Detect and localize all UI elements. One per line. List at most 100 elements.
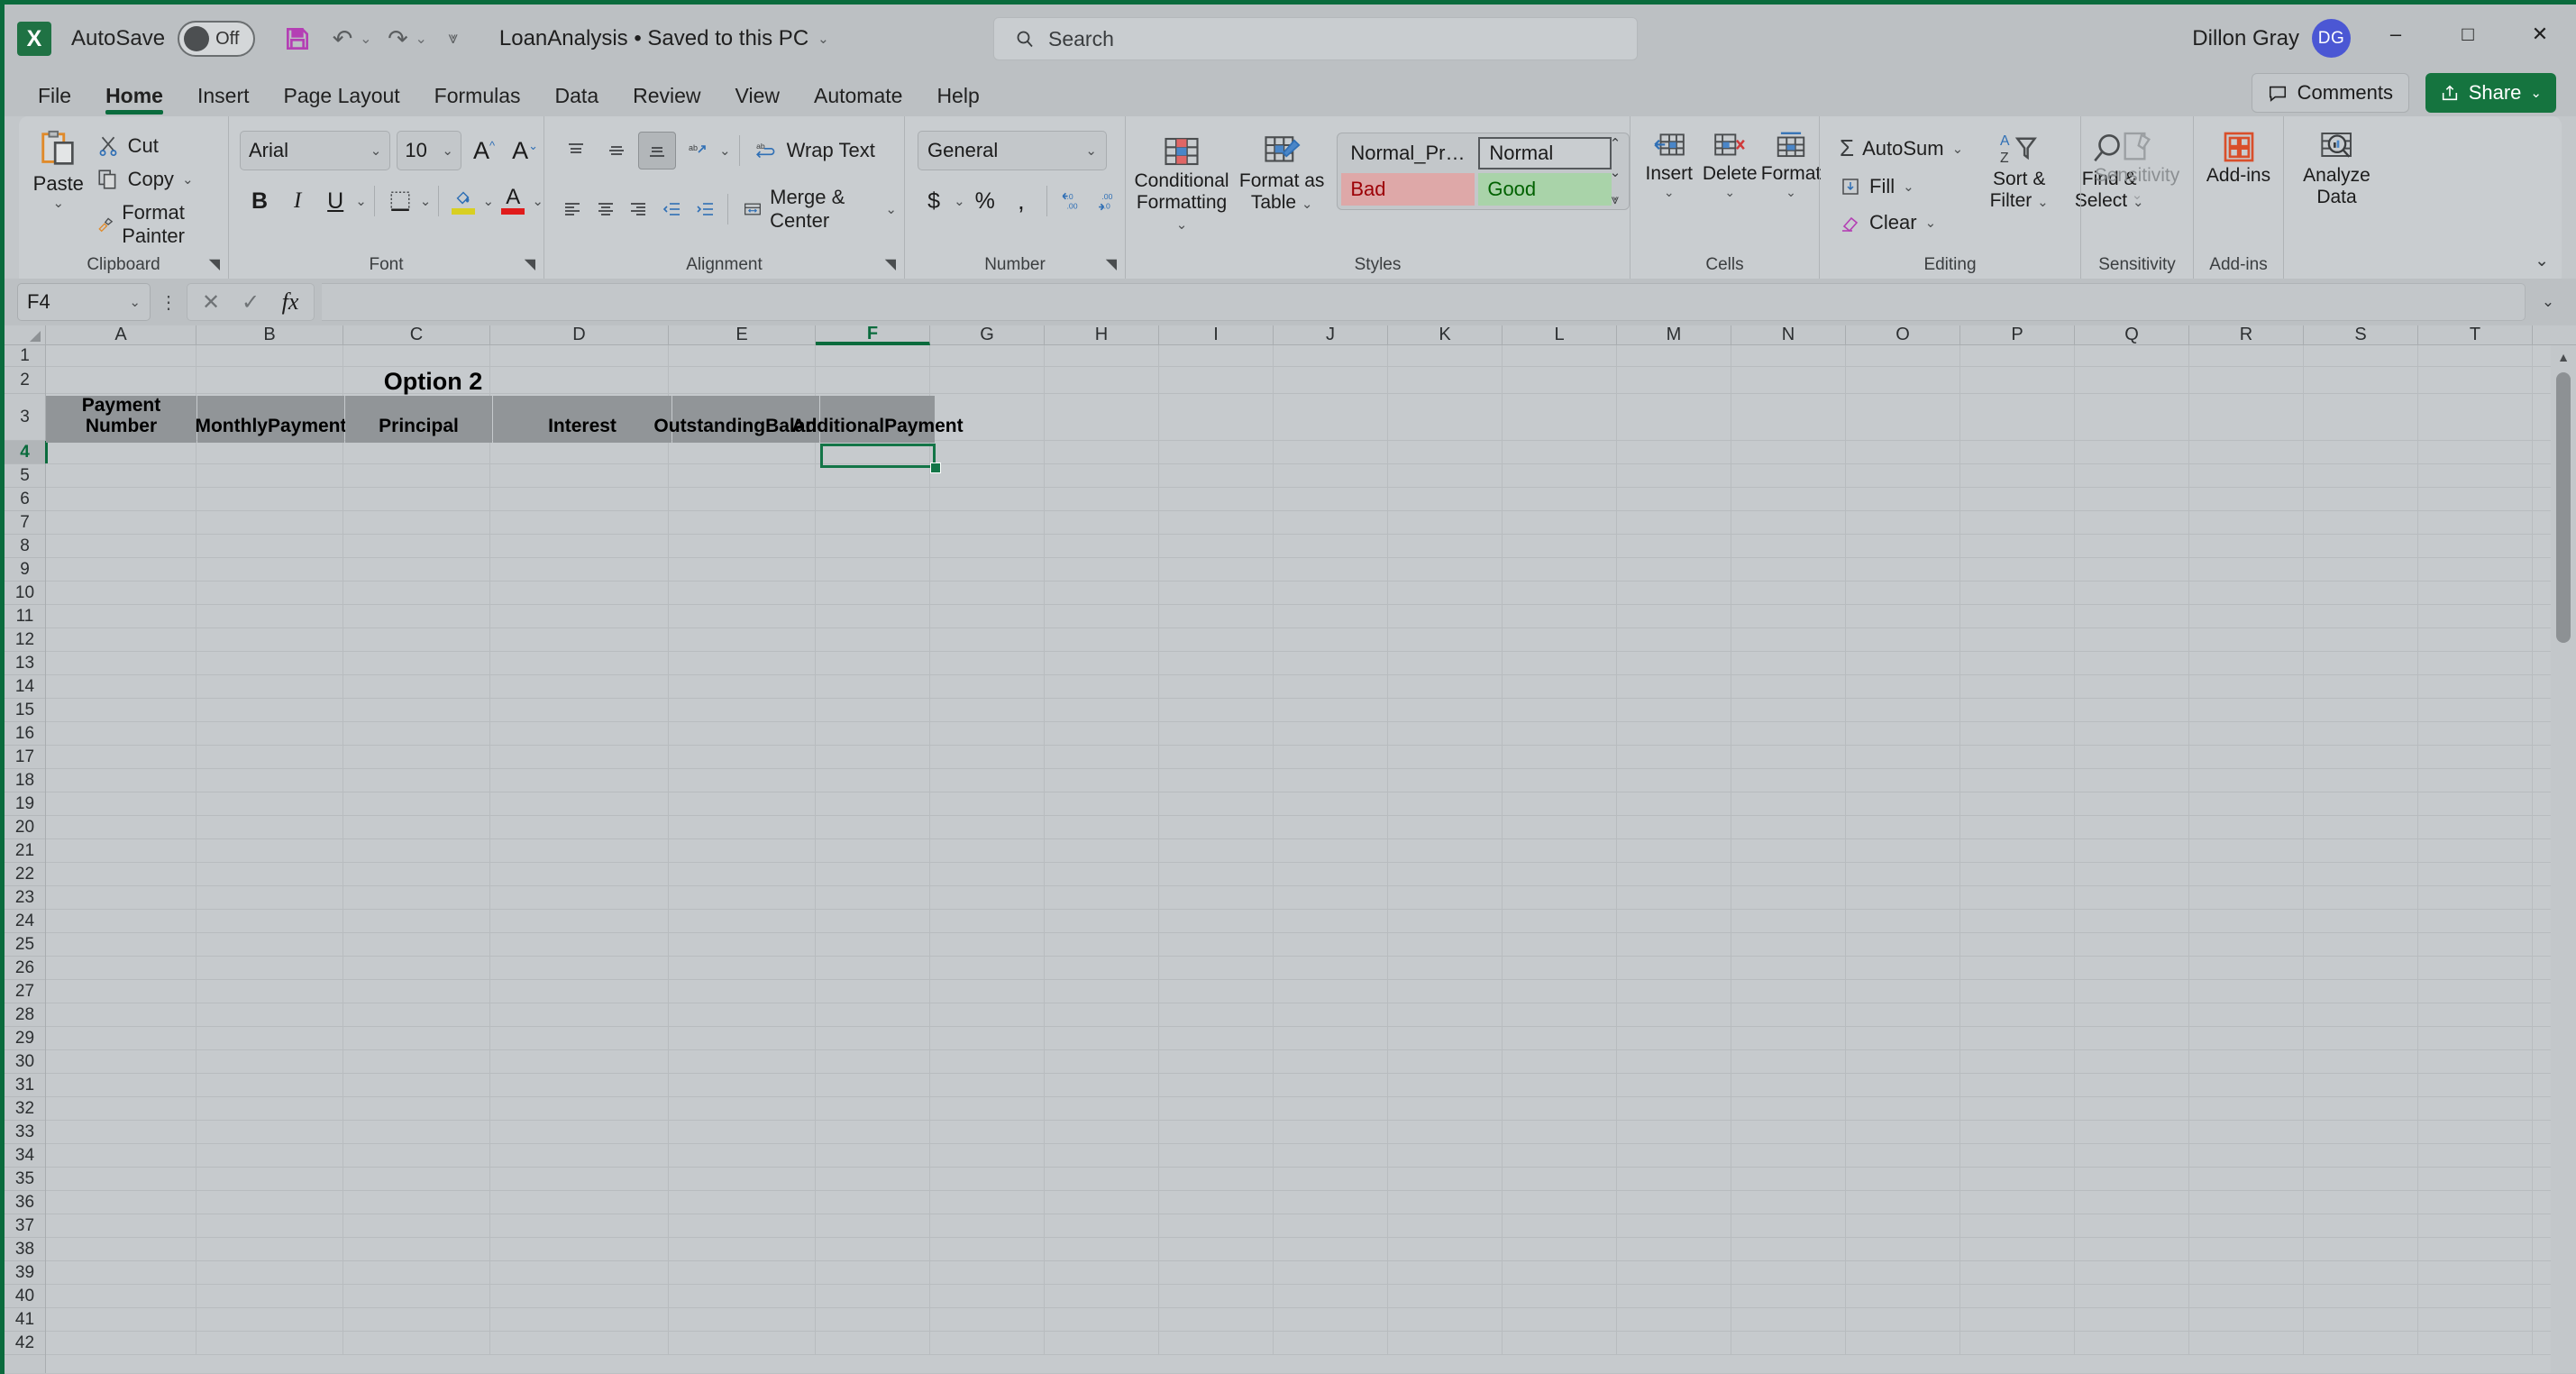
- cell-K37[interactable]: [1388, 1214, 1503, 1237]
- cell-F14[interactable]: [816, 675, 930, 698]
- cell-M21[interactable]: [1617, 839, 1731, 862]
- cell-F1[interactable]: [816, 345, 930, 366]
- cell-Q3[interactable]: [2075, 394, 2189, 440]
- cell-styles-gallery[interactable]: Normal_Pr… Normal Bad Good ⌃ ⌄ ⩔: [1337, 133, 1630, 210]
- cell-K29[interactable]: [1388, 1027, 1503, 1049]
- cell-M27[interactable]: [1617, 980, 1731, 1003]
- column-header-L[interactable]: L: [1503, 325, 1617, 344]
- cell-H20[interactable]: [1045, 816, 1159, 838]
- cell-J20[interactable]: [1274, 816, 1388, 838]
- cell-P26[interactable]: [1960, 957, 2075, 979]
- cell-M37[interactable]: [1617, 1214, 1731, 1237]
- cell-H18[interactable]: [1045, 769, 1159, 792]
- cell-H37[interactable]: [1045, 1214, 1159, 1237]
- cell-B11[interactable]: [196, 605, 343, 627]
- cell-K27[interactable]: [1388, 980, 1503, 1003]
- cell-M34[interactable]: [1617, 1144, 1731, 1167]
- cell-E33[interactable]: [669, 1121, 816, 1143]
- cell-J26[interactable]: [1274, 957, 1388, 979]
- cell-D29[interactable]: [490, 1027, 669, 1049]
- cell-P30[interactable]: [1960, 1050, 2075, 1073]
- cell-I17[interactable]: [1159, 746, 1274, 768]
- cell-I26[interactable]: [1159, 957, 1274, 979]
- cell-G1[interactable]: [930, 345, 1045, 366]
- cell-C10[interactable]: [343, 582, 490, 604]
- row-header-15[interactable]: 15: [5, 699, 45, 722]
- style-bad[interactable]: Bad: [1341, 173, 1475, 206]
- cell-J38[interactable]: [1274, 1238, 1388, 1260]
- cell-O37[interactable]: [1846, 1214, 1960, 1237]
- cell-O42[interactable]: [1846, 1332, 1960, 1354]
- cell-D4[interactable]: [490, 441, 669, 463]
- fill-handle[interactable]: [930, 463, 941, 473]
- cell-C4[interactable]: [343, 441, 490, 463]
- cell-E38[interactable]: [669, 1238, 816, 1260]
- cell-D14[interactable]: [490, 675, 669, 698]
- cell-D31[interactable]: [490, 1074, 669, 1096]
- cell-F18[interactable]: [816, 769, 930, 792]
- cell-D6[interactable]: [490, 488, 669, 510]
- active-cell-selection[interactable]: [820, 444, 936, 468]
- cell-C5[interactable]: [343, 464, 490, 487]
- row-header-9[interactable]: 9: [5, 558, 45, 582]
- cell-C41[interactable]: [343, 1308, 490, 1331]
- cell-N1[interactable]: [1731, 345, 1846, 366]
- cell-D19[interactable]: [490, 792, 669, 815]
- cell-I7[interactable]: [1159, 511, 1274, 534]
- cell-R12[interactable]: [2189, 628, 2304, 651]
- cell-E41[interactable]: [669, 1308, 816, 1331]
- autosave-toggle[interactable]: Off: [178, 21, 255, 57]
- cell-I2[interactable]: [1159, 367, 1274, 393]
- merge-center-caret-icon[interactable]: ⌄: [885, 201, 897, 217]
- cell-Q8[interactable]: [2075, 535, 2189, 557]
- cell-J7[interactable]: [1274, 511, 1388, 534]
- cell-T34[interactable]: [2418, 1144, 2533, 1167]
- column-header-J[interactable]: J: [1274, 325, 1388, 344]
- cell-Q27[interactable]: [2075, 980, 2189, 1003]
- row-header-19[interactable]: 19: [5, 792, 45, 816]
- cell-R34[interactable]: [2189, 1144, 2304, 1167]
- cell-J18[interactable]: [1274, 769, 1388, 792]
- decrease-decimal-icon[interactable]: .00.0: [1092, 181, 1125, 221]
- cell-K4[interactable]: [1388, 441, 1503, 463]
- cell-I41[interactable]: [1159, 1308, 1274, 1331]
- cell-N10[interactable]: [1731, 582, 1846, 604]
- cell-F12[interactable]: [816, 628, 930, 651]
- cell-B42[interactable]: [196, 1332, 343, 1354]
- cell-P38[interactable]: [1960, 1238, 2075, 1260]
- cell-C40[interactable]: [343, 1285, 490, 1307]
- cell-O35[interactable]: [1846, 1168, 1960, 1190]
- font-size-caret-icon[interactable]: ⌄: [442, 142, 453, 159]
- cell-D21[interactable]: [490, 839, 669, 862]
- cell-J9[interactable]: [1274, 558, 1388, 581]
- cell-O2[interactable]: [1846, 367, 1960, 393]
- cell-G21[interactable]: [930, 839, 1045, 862]
- cell-M4[interactable]: [1617, 441, 1731, 463]
- vertical-scroll-thumb[interactable]: [2556, 372, 2571, 643]
- cell-M10[interactable]: [1617, 582, 1731, 604]
- cell-D1[interactable]: [490, 345, 669, 366]
- cell-L28[interactable]: [1503, 1003, 1617, 1026]
- cell-N34[interactable]: [1731, 1144, 1846, 1167]
- cell-G18[interactable]: [930, 769, 1045, 792]
- cell-A28[interactable]: [46, 1003, 196, 1026]
- cell-E36[interactable]: [669, 1191, 816, 1214]
- cell-Q34[interactable]: [2075, 1144, 2189, 1167]
- cell-G24[interactable]: [930, 910, 1045, 932]
- cell-O25[interactable]: [1846, 933, 1960, 956]
- align-center-icon[interactable]: [590, 190, 621, 228]
- cell-G9[interactable]: [930, 558, 1045, 581]
- cell-G33[interactable]: [930, 1121, 1045, 1143]
- cell-N37[interactable]: [1731, 1214, 1846, 1237]
- cell-R19[interactable]: [2189, 792, 2304, 815]
- cell-C24[interactable]: [343, 910, 490, 932]
- cell-H14[interactable]: [1045, 675, 1159, 698]
- cell-G4[interactable]: [930, 441, 1045, 463]
- decrease-indent-icon[interactable]: [656, 190, 687, 228]
- styles-gallery-more-icon[interactable]: ⩔: [1612, 192, 1619, 207]
- copy-caret-icon[interactable]: ⌄: [182, 171, 194, 188]
- cell-R7[interactable]: [2189, 511, 2304, 534]
- cell-R20[interactable]: [2189, 816, 2304, 838]
- cell-R11[interactable]: [2189, 605, 2304, 627]
- cell-A39[interactable]: [46, 1261, 196, 1284]
